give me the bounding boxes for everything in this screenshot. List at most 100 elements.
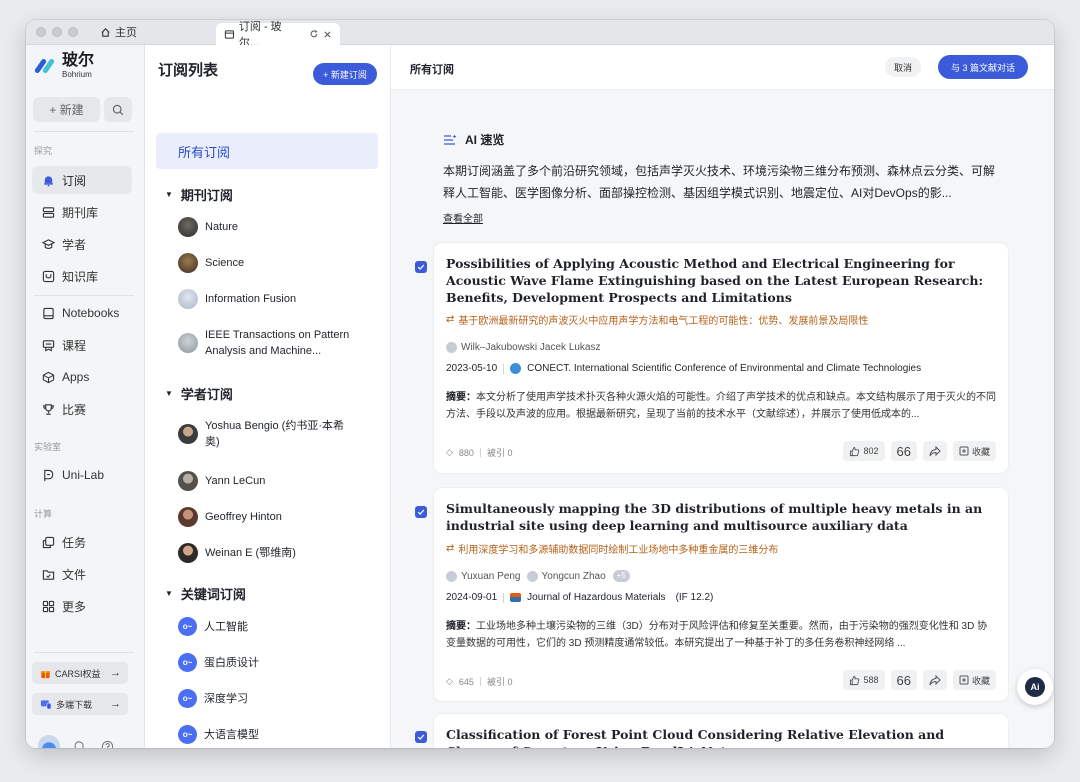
- journal-avatar-icon: [178, 217, 198, 237]
- author-name[interactable]: Yongcun Zhao: [542, 571, 606, 582]
- subscription-item-yann-lecun[interactable]: Yann LeCun: [178, 471, 265, 491]
- like-button[interactable]: 802: [843, 441, 885, 461]
- group-journals-header[interactable]: ▼ 期刊订阅: [165, 185, 233, 204]
- share-button[interactable]: [922, 670, 947, 690]
- sidebar-item-competitions[interactable]: 比赛: [32, 395, 132, 423]
- subscription-item-geoffrey-hinton[interactable]: Geoffrey Hinton: [178, 507, 282, 527]
- subscription-all-item[interactable]: 所有订阅: [156, 133, 378, 169]
- keyword-icon: o~: [178, 725, 197, 744]
- brand-logo[interactable]: 玻尔 Bohrium: [33, 53, 94, 79]
- paper-checkbox[interactable]: [415, 731, 427, 743]
- share-button[interactable]: [922, 441, 947, 461]
- main-header: 所有订阅 取消 与 3 篇文献对话: [391, 45, 1054, 90]
- paper-title[interactable]: Simultaneously mapping the 3D distributi…: [446, 500, 996, 534]
- sidebar-item-label: 知识库: [62, 269, 99, 284]
- caret-down-icon: ▼: [165, 389, 173, 398]
- paper-venue[interactable]: Journal of Hazardous Materials: [527, 592, 665, 603]
- abstract-text: 本文分析了使用声学技术扑灭各种火源火焰的可能性。介绍了声学技术的优点和缺点。本文…: [446, 392, 996, 420]
- tab-subscriptions[interactable]: 订阅 - 玻尔...: [216, 21, 340, 49]
- maximize-window-button[interactable]: [68, 27, 78, 37]
- window-controls: [36, 27, 78, 37]
- ai-assistant-button[interactable]: Ai: [1017, 669, 1053, 705]
- sidebar-item-more[interactable]: 更多: [32, 592, 132, 620]
- author-avatar-icon: [446, 570, 457, 582]
- reload-icon[interactable]: [309, 29, 319, 39]
- more-authors-badge[interactable]: +5: [612, 570, 630, 582]
- close-window-button[interactable]: [36, 27, 46, 37]
- sidebar-item-apps[interactable]: Apps: [32, 363, 132, 391]
- scholar-avatar-icon: [178, 471, 198, 491]
- sidebar-item-courses[interactable]: 课程: [32, 331, 132, 359]
- app-window: 主页 订阅 - 玻尔... 玻尔 Bohrium + 新建 探究 订阅 期刊库 …: [26, 20, 1054, 748]
- paper-card[interactable]: Simultaneously mapping the 3D distributi…: [434, 488, 1008, 701]
- subscription-item-keyword[interactable]: o~ 蛋白质设计: [178, 653, 259, 672]
- subscription-item-information-fusion[interactable]: Information Fusion: [178, 289, 296, 309]
- paper-meta: 2024-09-01 Journal of Hazardous Material…: [446, 592, 713, 603]
- sidebar-item-files[interactable]: 文件: [32, 560, 132, 588]
- minimize-window-button[interactable]: [52, 27, 62, 37]
- lab-icon: [44, 469, 54, 481]
- paper-venue[interactable]: CONECT. International Scientific Confere…: [527, 363, 921, 374]
- author-avatar-icon: [446, 342, 457, 353]
- subscription-item-keyword[interactable]: o~ 深度学习: [178, 689, 248, 708]
- gift-icon: [40, 670, 51, 678]
- search-button[interactable]: [104, 97, 132, 122]
- subscription-item-keyword[interactable]: o~ 大语言模型: [178, 725, 259, 744]
- save-button[interactable]: 收藏: [952, 670, 996, 690]
- paper-translation-text: 利用深度学习和多源辅助数据同时绘制工业场地中多种重金属的三维分布: [458, 545, 779, 556]
- group-scholars-header[interactable]: ▼ 学者订阅: [165, 384, 233, 403]
- sidebar-item-label: Notebooks: [62, 306, 120, 320]
- sidebar-item-tasks[interactable]: 任务: [32, 528, 132, 556]
- feedback-icon[interactable]: [74, 740, 87, 749]
- subscription-item-weinan-e[interactable]: Weinan E (鄂维南): [178, 543, 296, 563]
- subscription-item-keyword[interactable]: o~ 人工智能: [178, 617, 248, 636]
- sidebar-item-unilab[interactable]: Uni-Lab: [32, 461, 132, 489]
- subscription-item-label: 蛋白质设计: [204, 656, 259, 669]
- paper-title[interactable]: Classification of Forest Point Cloud Con…: [446, 726, 996, 748]
- save-button[interactable]: 收藏: [952, 441, 996, 461]
- cancel-button[interactable]: 取消: [885, 57, 921, 77]
- author-name[interactable]: Wilk–Jakubowski Jacek Lukasz: [461, 342, 601, 353]
- sidebar-item-label: 文件: [62, 567, 87, 582]
- apps-icon: [42, 371, 55, 383]
- paper-date: 2023-05-10: [446, 363, 498, 374]
- subscription-item-label: 大语言模型: [204, 728, 259, 741]
- likes-count: 802: [863, 446, 879, 456]
- sidebar-item-scholars[interactable]: 学者: [32, 230, 132, 258]
- tab-home[interactable]: 主页: [100, 24, 137, 40]
- paper-card[interactable]: Possibilities of Applying Acoustic Metho…: [434, 243, 1008, 473]
- chat-with-papers-button[interactable]: 与 3 篇文献对话: [938, 55, 1028, 79]
- subscription-item-science[interactable]: Science: [178, 253, 244, 273]
- author-name[interactable]: Yuxuan Peng: [461, 571, 521, 582]
- paper-checkbox[interactable]: [415, 506, 427, 518]
- avatar[interactable]: [38, 735, 60, 748]
- multi-download-button[interactable]: 多端下载 →: [32, 693, 128, 715]
- sidebar-item-label: Apps: [62, 370, 90, 384]
- subscription-item-nature[interactable]: Nature: [178, 217, 238, 237]
- subscription-item-ieee-tpami[interactable]: IEEE Transactions on Pattern Analysis an…: [178, 327, 349, 359]
- carsi-benefits-button[interactable]: CARSI权益 →: [32, 662, 128, 684]
- close-tab-icon[interactable]: [323, 30, 332, 39]
- caret-down-icon: ▼: [165, 190, 173, 199]
- subscription-list-title: 订阅列表: [158, 62, 219, 79]
- paper-authors: Wilk–Jakubowski Jacek Lukasz: [446, 342, 601, 353]
- new-button[interactable]: + 新建: [33, 97, 100, 122]
- paper-card[interactable]: Classification of Forest Point Cloud Con…: [434, 714, 1008, 748]
- new-subscription-button[interactable]: + 新建订阅: [313, 63, 377, 85]
- sidebar-item-journals[interactable]: 期刊库: [32, 198, 132, 226]
- sidebar-item-knowledge[interactable]: 知识库: [32, 262, 132, 290]
- paper-checkbox[interactable]: [415, 261, 427, 273]
- group-keywords-header[interactable]: ▼ 关键词订阅: [165, 584, 246, 603]
- subscription-list-panel: 订阅列表 + 新建订阅 所有订阅 ▼ 期刊订阅 Nature Science I…: [145, 45, 391, 748]
- cite-button[interactable]: 66: [890, 441, 917, 461]
- paper-authors: Yuxuan Peng Yongcun Zhao +5: [446, 570, 630, 582]
- subscription-item-yoshua-bengio[interactable]: Yoshua Bengio (约书亚·本希 奥): [178, 418, 344, 450]
- like-button[interactable]: 588: [843, 670, 885, 690]
- help-icon[interactable]: [101, 740, 114, 749]
- sidebar-item-notebooks[interactable]: Notebooks: [32, 299, 132, 327]
- paper-title[interactable]: Possibilities of Applying Acoustic Metho…: [446, 255, 996, 306]
- cite-button[interactable]: 66: [890, 670, 917, 690]
- view-all-link[interactable]: 查看全部: [443, 210, 1003, 225]
- sidebar-item-subscriptions[interactable]: 订阅: [32, 166, 132, 194]
- paper-translation: ⇄ 基于欧洲最新研究的声波灭火中应用声学方法和电气工程的可能性：优势、发展前景及…: [446, 312, 868, 327]
